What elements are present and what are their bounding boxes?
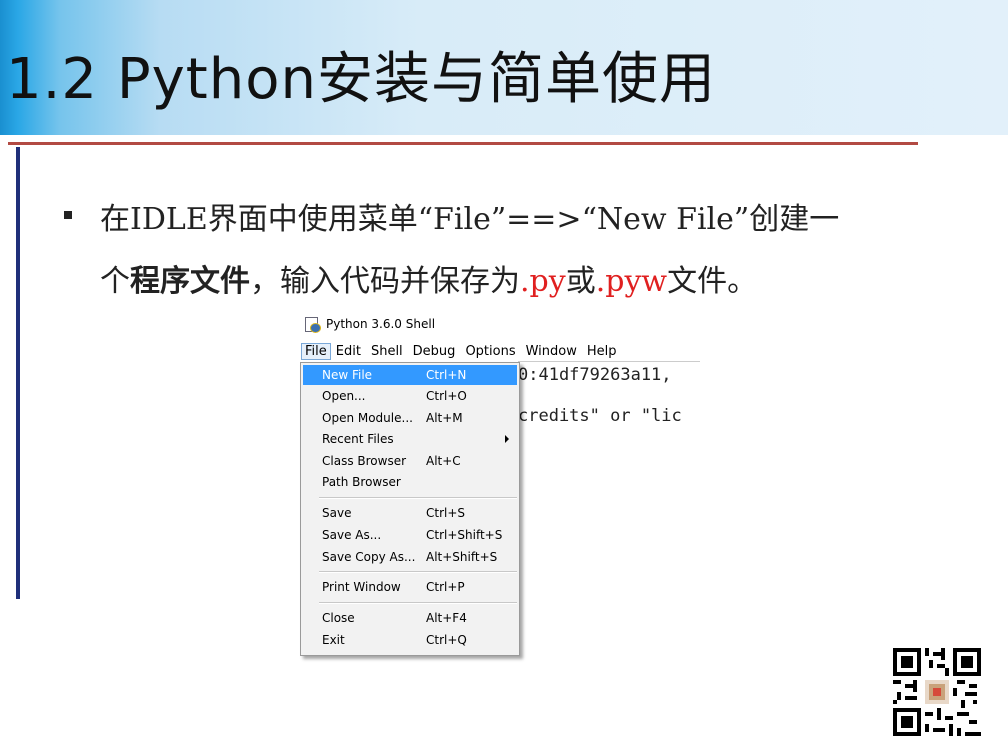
slide-title: 1.2 Python安装与简单使用 [6,47,716,112]
idle-menubar: File Edit Shell Debug Options Window Hel… [300,341,700,361]
text-segment: ，输入代码并保存为 [250,264,520,299]
menu-debug[interactable]: Debug [408,344,461,359]
text-segment: 文件。 [667,264,758,299]
menu-separator [319,571,517,573]
menu-item-save-as[interactable]: Save As... Ctrl+Shift+S [303,525,517,545]
text-segment: 或 [565,264,596,299]
menu-item-open[interactable]: Open... Ctrl+O [303,386,517,406]
submenu-arrow-icon [505,435,509,443]
menu-item-recent-files[interactable]: Recent Files [303,429,517,449]
python-file-icon [304,317,321,333]
menu-item-new-file[interactable]: New File Ctrl+N [303,365,517,385]
menu-item-path-browser[interactable]: Path Browser [303,472,517,492]
menu-help[interactable]: Help [582,344,622,359]
menu-item-print-window[interactable]: Print Window Ctrl+P [303,577,517,597]
menu-edit[interactable]: Edit [331,344,366,359]
shell-text-area[interactable]: 0:41df79263a11, credits" or "lic [518,361,700,457]
left-accent-bar [16,147,20,599]
menu-item-close[interactable]: Close Alt+F4 [303,608,517,628]
menu-item-save-copy-as[interactable]: Save Copy As... Alt+Shift+S [303,547,517,567]
emphasis-program-file: 程序文件 [130,264,250,299]
idle-window-title: Python 3.6.0 Shell [326,317,436,331]
idle-screenshot: Python 3.6.0 Shell File Edit Shell Debug… [300,312,700,658]
menu-item-open-module[interactable]: Open Module... Alt+M [303,408,517,428]
bullet-icon [64,211,72,219]
title-divider [8,142,918,145]
menu-item-save[interactable]: Save Ctrl+S [303,503,517,523]
menu-separator [319,497,517,499]
qr-code-icon [893,648,981,736]
idle-title-bar: Python 3.6.0 Shell [300,312,500,336]
body-text-line-2: 个程序文件，输入代码并保存为.py或.pyw文件。 [100,256,757,300]
text-segment: 个 [100,264,130,299]
menu-options[interactable]: Options [460,344,520,359]
menu-item-class-browser[interactable]: Class Browser Alt+C [303,451,517,471]
file-menu-dropdown: New File Ctrl+N Open... Ctrl+O Open Module… [300,362,520,656]
menu-window[interactable]: Window [521,344,582,359]
ext-pyw: .pyw [595,264,668,299]
menu-file[interactable]: File [301,342,331,360]
ext-py: .py [520,264,566,299]
menu-item-exit[interactable]: Exit Ctrl+Q [303,630,517,650]
shell-line: 0:41df79263a11, [518,365,672,385]
shell-line: credits" or "lic [518,406,682,426]
menu-shell[interactable]: Shell [366,344,408,359]
body-text-line-1: 在IDLE界面中使用菜单“File”==>“New File”创建一 [100,202,840,237]
menu-separator [319,602,517,604]
